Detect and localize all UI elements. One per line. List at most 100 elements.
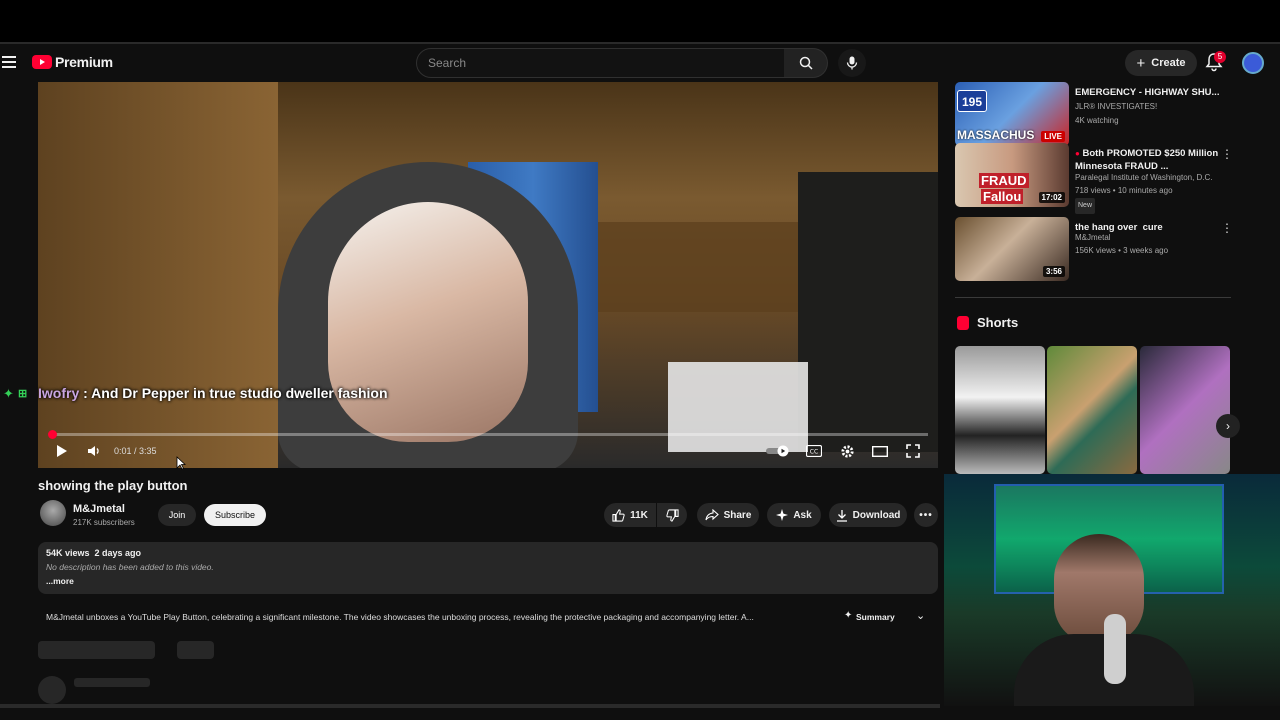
- subscriber-count: 217K subscribers: [73, 518, 135, 527]
- account-avatar[interactable]: [1242, 52, 1264, 74]
- interstate-sign: 195: [957, 90, 987, 112]
- recommended-meta: 4K watching: [1075, 116, 1119, 125]
- shorts-icon: [957, 316, 969, 330]
- volume-button[interactable]: [84, 442, 104, 460]
- progress-scrubber-handle[interactable]: [48, 430, 57, 439]
- download-icon: [836, 509, 847, 522]
- live-chat-overlay-caption: Iwofry : And Dr Pepper in true studio dw…: [38, 385, 388, 401]
- thumbnail-text: FRAUD: [979, 173, 1029, 188]
- video-player[interactable]: Iwofry : And Dr Pepper in true studio dw…: [38, 82, 938, 468]
- svg-text:CC: CC: [810, 449, 818, 456]
- description-box[interactable]: 54K views 2 days ago No description has …: [38, 542, 938, 594]
- shorts-next-arrow[interactable]: ›: [1216, 414, 1240, 438]
- share-button[interactable]: Share: [697, 503, 759, 527]
- loading-placeholder-avatar: [38, 676, 66, 704]
- time-display: 0:01 / 3:35: [114, 446, 157, 456]
- masthead: Premium Search + Create 5: [0, 44, 1280, 82]
- loading-placeholder: [74, 678, 150, 687]
- dislike-button[interactable]: [657, 503, 687, 527]
- ask-button[interactable]: Ask: [767, 503, 821, 527]
- youtube-premium-logo[interactable]: Premium: [32, 54, 113, 70]
- subtitles-button[interactable]: CC: [804, 442, 824, 460]
- recommended-video[interactable]: 3:56 the hang over cure M&Jmetal 156K vi…: [955, 217, 1235, 283]
- channel-avatar[interactable]: [40, 500, 66, 526]
- loading-placeholder: [177, 641, 214, 659]
- recommended-channel: M&Jmetal: [1075, 233, 1111, 242]
- youtube-logo-icon: [32, 55, 52, 69]
- video-frame-wall: [38, 82, 278, 468]
- notification-count-badge: 5: [1214, 51, 1226, 63]
- fullscreen-button[interactable]: [903, 442, 923, 460]
- video-thumbnail[interactable]: FRAUD Fallou 17:02: [955, 143, 1069, 207]
- thumbnail-text-line2: Fallou: [981, 189, 1024, 204]
- view-count-and-date: 54K views 2 days ago: [46, 548, 142, 558]
- join-button[interactable]: Join: [158, 504, 196, 526]
- play-icon: [57, 445, 67, 457]
- download-button[interactable]: Download: [829, 503, 907, 527]
- progress-bar[interactable]: [50, 433, 928, 436]
- autoplay-toggle[interactable]: [766, 442, 792, 460]
- recommended-meta: 156K views • 3 weeks ago: [1075, 246, 1169, 255]
- subscribe-button[interactable]: Subscribe: [204, 504, 266, 526]
- duration-badge: 17:02: [1038, 192, 1065, 203]
- video-thumbnail[interactable]: 3:56: [955, 217, 1069, 281]
- short-thumbnail[interactable]: [1047, 346, 1137, 474]
- thumbnail-text: MASSACHUS: [957, 128, 1035, 142]
- shorts-heading: Shorts: [977, 315, 1019, 330]
- search-input[interactable]: Search: [416, 48, 786, 78]
- chevron-right-icon: ›: [1226, 419, 1230, 433]
- recommended-channel: JLR® INVESTIGATES!: [1075, 102, 1158, 111]
- show-more-link[interactable]: ...more: [46, 576, 74, 586]
- thumbs-down-icon: [665, 508, 679, 522]
- microphone-icon: [846, 56, 858, 70]
- more-vertical-icon[interactable]: ⋮: [1221, 147, 1233, 161]
- streamer-webcam-overlay: [944, 474, 1280, 706]
- summary-label: Summary: [856, 612, 895, 622]
- autoplay-toggle-icon: [766, 445, 789, 457]
- volume-icon: [88, 446, 99, 456]
- sparkle-icon: ✦: [3, 386, 14, 401]
- sparkle-ask-icon: [776, 509, 789, 521]
- new-badge-wrap: New: [1075, 198, 1096, 214]
- share-label: Share: [723, 509, 752, 521]
- video-title: showing the play button: [38, 478, 188, 493]
- create-button[interactable]: + Create: [1125, 50, 1197, 76]
- top-black-bar: [0, 0, 1280, 42]
- more-vertical-icon[interactable]: ⋮: [1221, 221, 1233, 235]
- menu-icon[interactable]: [2, 56, 16, 68]
- ai-summary-bar[interactable]: M&Jmetal unboxes a YouTube Play Button, …: [38, 606, 938, 628]
- emote-icon: ⊞: [18, 388, 28, 400]
- short-thumbnail[interactable]: [1140, 346, 1230, 474]
- video-frame-shelf: [598, 222, 798, 312]
- chevron-down-icon[interactable]: ⌄: [916, 609, 925, 622]
- ai-summary-text: M&Jmetal unboxes a YouTube Play Button, …: [46, 612, 754, 622]
- voice-search-button[interactable]: [838, 49, 866, 77]
- video-frame-cabinet: [798, 172, 938, 452]
- channel-name[interactable]: M&Jmetal: [73, 503, 125, 515]
- more-horizontal-icon: •••: [919, 509, 933, 521]
- search-icon: [799, 56, 813, 70]
- caption-username: Iwofry: [38, 385, 80, 401]
- settings-button[interactable]: [837, 442, 857, 460]
- more-actions-button[interactable]: •••: [914, 503, 938, 527]
- sparkle-summary-icon: ✦: [844, 610, 853, 621]
- description-text: No description has been added to this vi…: [46, 562, 214, 572]
- loading-placeholder: [38, 641, 155, 659]
- theater-mode-button[interactable]: [870, 442, 890, 460]
- like-button[interactable]: 11K: [604, 503, 656, 527]
- search-button[interactable]: [784, 48, 828, 78]
- recommended-video[interactable]: 195 MASSACHUS LIVE EMERGENCY - HIGHWAY S…: [955, 82, 1235, 148]
- video-thumbnail[interactable]: 195 MASSACHUS LIVE: [955, 82, 1069, 146]
- webcam-microphone: [1104, 614, 1126, 684]
- thumbs-up-icon: [612, 508, 625, 522]
- play-button[interactable]: [52, 442, 72, 460]
- share-icon: [705, 509, 719, 521]
- mouse-cursor-icon: [176, 456, 186, 470]
- duration-badge: 3:56: [1042, 266, 1065, 277]
- theater-mode-icon: [872, 445, 888, 457]
- download-label: Download: [852, 509, 901, 521]
- video-frame-box: [668, 362, 808, 452]
- recommended-video[interactable]: FRAUD Fallou 17:02 ● Both PROMOTED $250 …: [955, 143, 1235, 214]
- short-thumbnail[interactable]: [955, 346, 1045, 474]
- video-frame-person-face: [328, 202, 528, 442]
